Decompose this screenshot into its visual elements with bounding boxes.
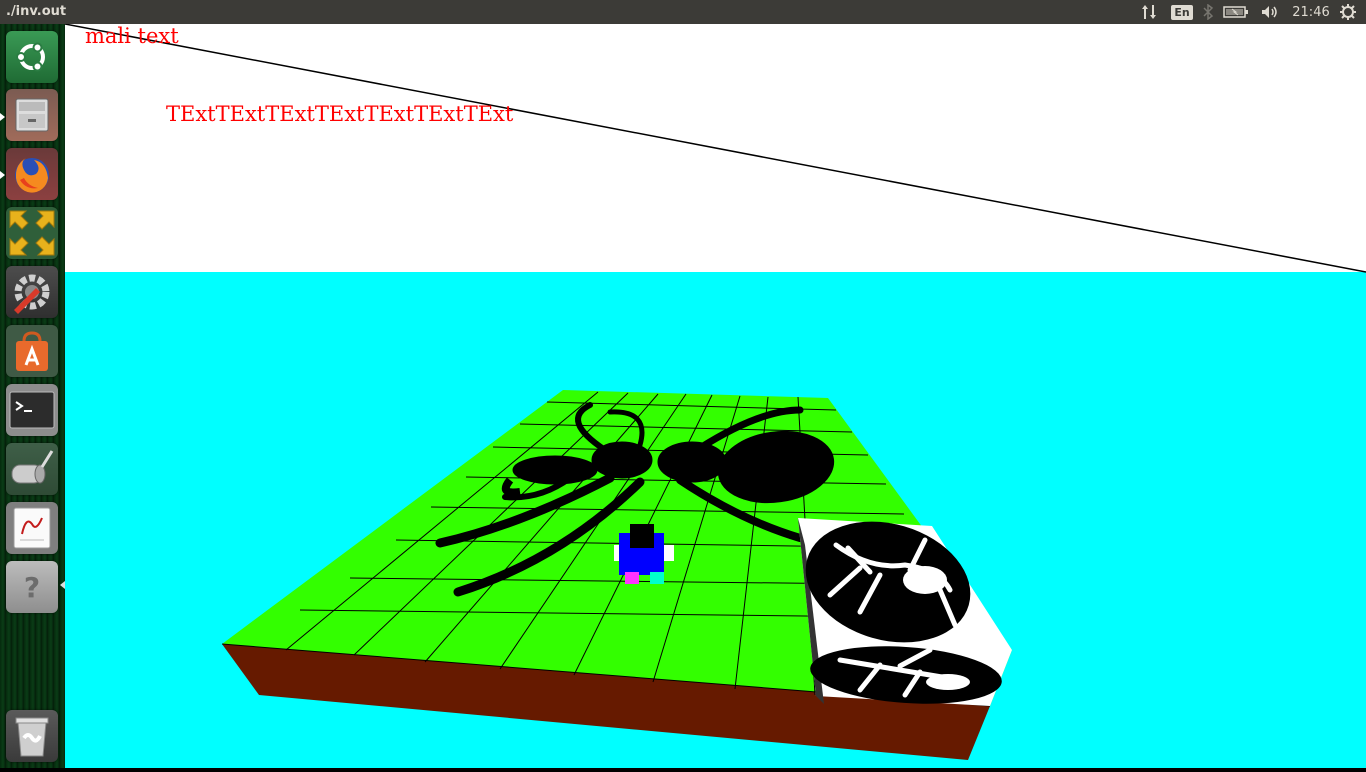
window-title: ./inv.out — [6, 4, 67, 19]
running-indicator — [0, 171, 5, 179]
document-icon — [13, 507, 51, 549]
file-cabinet-icon — [15, 98, 49, 132]
launcher-trash[interactable] — [6, 710, 58, 762]
ubuntu-logo-icon — [16, 42, 45, 72]
top-panel: ./inv.out En 21:46 — [0, 0, 1366, 24]
trash-icon — [15, 717, 49, 757]
launcher-firefox[interactable] — [6, 148, 58, 200]
scene-label-small: mali text — [85, 24, 179, 48]
workspace-arrows-icon — [9, 210, 55, 256]
roller-icon — [11, 450, 54, 484]
launcher-terminal[interactable] — [6, 384, 58, 436]
network-updown-icon[interactable] — [1138, 0, 1160, 24]
opengl-viewport[interactable]: mali text TExtTExtTExtTExtTExtTExtTExt — [64, 23, 1366, 768]
launcher-files[interactable] — [6, 89, 58, 141]
launcher-software-center[interactable] — [6, 325, 58, 377]
launcher-system-settings[interactable] — [6, 266, 58, 318]
wrench-gear-icon — [14, 274, 50, 314]
launcher-ubuntu-dash[interactable] — [6, 31, 58, 83]
launcher-document-viewer[interactable] — [6, 502, 58, 554]
keyboard-language-indicator[interactable]: En — [1170, 0, 1194, 24]
svg-text:?: ? — [24, 571, 40, 604]
running-indicator — [0, 113, 5, 121]
launcher-system-tool[interactable] — [6, 443, 58, 495]
battery-icon[interactable] — [1222, 0, 1250, 24]
volume-icon[interactable] — [1258, 0, 1282, 24]
launcher-workspace-switcher[interactable] — [6, 207, 58, 259]
terminal-icon — [9, 391, 55, 429]
scene-label-large: TExtTExtTExtTExtTExtTExtTExt — [166, 102, 514, 126]
launcher-help[interactable]: ? — [6, 561, 58, 613]
scene-canvas — [64, 23, 1366, 768]
firefox-icon — [15, 158, 49, 193]
clock[interactable]: 21:46 — [1288, 0, 1334, 24]
power-gear-icon[interactable] — [1336, 0, 1360, 24]
question-mark-icon: ? — [24, 571, 40, 604]
shopping-bag-icon — [16, 331, 48, 371]
keyboard-language-label: En — [1171, 4, 1193, 20]
launcher: ? — [0, 24, 65, 768]
bluetooth-icon[interactable] — [1200, 0, 1216, 24]
